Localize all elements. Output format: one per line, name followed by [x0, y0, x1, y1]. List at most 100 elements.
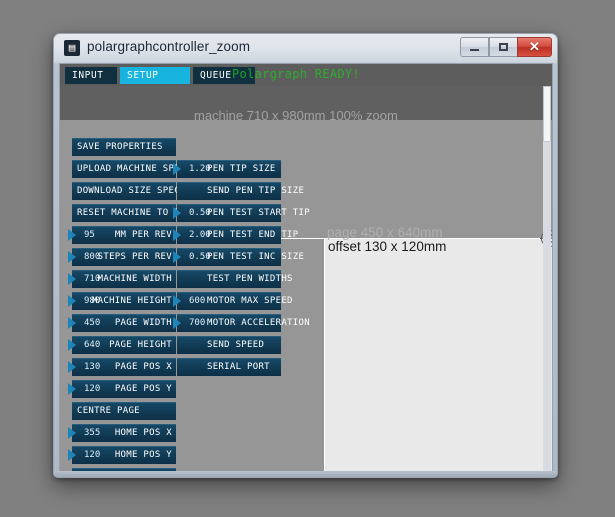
- slider-arrow-icon[interactable]: [68, 295, 76, 307]
- close-button[interactable]: ✕: [517, 37, 552, 57]
- slider-arrow-icon[interactable]: [68, 449, 76, 461]
- close-icon: ✕: [529, 39, 540, 54]
- slider-arrow-icon[interactable]: [68, 251, 76, 263]
- control-label: SEND SPEED: [207, 340, 265, 350]
- slider-arrow-icon[interactable]: [68, 229, 76, 241]
- control-home-pos-x[interactable]: 355 HOME POS X: [68, 424, 176, 442]
- slider-arrow-icon[interactable]: [173, 295, 181, 307]
- control-value: 450: [84, 318, 101, 328]
- control-label: PEN TEST START TIP: [207, 208, 310, 218]
- control-value: 120: [84, 384, 101, 394]
- screen: ▤ polargraphcontroller_zoom ✕ INPUT SETU…: [0, 0, 615, 517]
- slider-arrow-icon[interactable]: [68, 339, 76, 351]
- control-label: MM PER REV: [114, 230, 172, 240]
- control-label: PEN TIP SIZE: [207, 164, 276, 174]
- app-canvas: INPUT SETUP QUEUE Polargraph READY! mach…: [59, 63, 553, 473]
- control-label: PEN TEST END TIP: [207, 230, 299, 240]
- controls-column-left: SAVE PROPERTIES UPLOAD MACHINE SPEC DOWNLO…: [68, 138, 197, 472]
- control-machine-width[interactable]: 710 MACHINE WIDTH: [68, 270, 176, 288]
- control-label: MACHINE HEIGHT: [91, 296, 172, 306]
- control-serial-port[interactable]: SERIAL PORT: [177, 358, 281, 376]
- control-label: DOWNLOAD SIZE SPEC: [77, 186, 180, 196]
- control-pen-test-start-tip[interactable]: 0.50 PEN TEST START TIP: [173, 204, 310, 222]
- control-send-speed[interactable]: SEND SPEED: [177, 336, 281, 354]
- slider-arrow-icon[interactable]: [68, 383, 76, 395]
- control-label: PAGE HEIGHT: [109, 340, 172, 350]
- control-mm-per-rev[interactable]: 95 MM PER REV: [68, 226, 176, 244]
- control-steps-per-rev[interactable]: 800 STEPS PER REV: [68, 248, 176, 266]
- control-label: PAGE WIDTH: [114, 318, 172, 328]
- control-label: SEND PEN TIP SIZE: [207, 186, 305, 196]
- tab-bar: INPUT SETUP QUEUE Polargraph READY!: [60, 64, 552, 86]
- control-label: PEN TEST INC SIZE: [207, 252, 305, 262]
- control-page-pos-x[interactable]: 130 PAGE POS X: [68, 358, 176, 376]
- control-label: HOME POS Y: [114, 450, 172, 460]
- control-upload-machine-spec[interactable]: UPLOAD MACHINE SPEC: [72, 160, 185, 178]
- control-send-pen-tip-size[interactable]: SEND PEN TIP SIZE: [177, 182, 304, 200]
- page-size-label: page 450 x 640mm: [327, 225, 443, 240]
- control-value: 130: [84, 362, 101, 372]
- control-reset-machine-to-fact[interactable]: RESET MACHINE TO FACT: [72, 204, 197, 222]
- control-download-size-spec[interactable]: DOWNLOAD SIZE SPEC: [72, 182, 180, 200]
- control-label: SERIAL PORT: [207, 362, 270, 372]
- control-label: STEPS PER REV: [97, 252, 172, 262]
- minimize-icon: [461, 38, 488, 56]
- tab-input[interactable]: INPUT: [65, 67, 117, 84]
- control-save-properties[interactable]: SAVE PROPERTIES: [72, 138, 176, 156]
- control-test-pen-widths[interactable]: TEST PEN WIDTHS: [177, 270, 292, 288]
- slider-arrow-icon[interactable]: [173, 229, 181, 241]
- control-pen-test-end-tip[interactable]: 2.00 PEN TEST END TIP: [173, 226, 298, 244]
- minimize-button[interactable]: [460, 37, 489, 57]
- app-icon: ▤: [64, 40, 80, 56]
- control-value: 355: [84, 428, 101, 438]
- slider-arrow-icon[interactable]: [68, 427, 76, 439]
- maximize-button[interactable]: [489, 37, 518, 57]
- slider-arrow-icon[interactable]: [68, 361, 76, 373]
- slider-arrow-icon[interactable]: [68, 317, 76, 329]
- machine-size-label: machine 710 x 980mm 100% zoom: [194, 108, 398, 123]
- slider-arrow-icon[interactable]: [173, 251, 181, 263]
- control-value: 95: [84, 230, 95, 240]
- slider-arrow-icon[interactable]: [173, 317, 181, 329]
- control-label: MOTOR MAX SPEED: [207, 296, 293, 306]
- control-home-pos-y[interactable]: 120 HOME POS Y: [68, 446, 176, 464]
- control-machine-height[interactable]: 980 MACHINE HEIGHT: [68, 292, 176, 310]
- slider-arrow-icon[interactable]: [68, 273, 76, 285]
- control-value: 600: [189, 296, 206, 306]
- control-page-width[interactable]: 450 PAGE WIDTH: [68, 314, 176, 332]
- tab-setup[interactable]: SETUP: [120, 67, 190, 84]
- control-label: MOTOR ACCELERATION: [207, 318, 310, 328]
- status-message: Polargraph READY!: [232, 67, 360, 81]
- controls-column-right: 1.20 PEN TIP SIZE SEND PEN TIP SIZE 0.50 PEN…: [173, 160, 310, 380]
- machine-preview[interactable]: machine 710 x 980mm 100% zoom page 450 x…: [60, 86, 552, 472]
- page-offset-label: offset 130 x 120mm: [328, 239, 447, 254]
- control-label: UPLOAD MACHINE SPEC: [77, 164, 186, 174]
- control-label: SAVE PROPERTIES: [77, 142, 163, 152]
- slider-arrow-icon[interactable]: [173, 207, 181, 219]
- control-pen-tip-size[interactable]: 1.20 PEN TIP SIZE: [173, 160, 281, 178]
- control-label: PAGE POS X: [114, 362, 172, 372]
- control-label: PAGE POS Y: [114, 384, 172, 394]
- control-page-pos-y[interactable]: 120 PAGE POS Y: [68, 380, 176, 398]
- scrollbar-thumb[interactable]: [543, 86, 551, 142]
- control-value: 700: [189, 318, 206, 328]
- page-area: [324, 238, 552, 472]
- application-window: ▤ polargraphcontroller_zoom ✕ INPUT SETU…: [53, 33, 558, 478]
- window-bottom-bevel: [54, 471, 557, 477]
- control-centre-page[interactable]: CENTRE PAGE: [72, 402, 176, 420]
- window-title: polargraphcontroller_zoom: [87, 39, 251, 54]
- control-label: HOME POS X: [114, 428, 172, 438]
- control-label: TEST PEN WIDTHS: [207, 274, 293, 284]
- control-page-height[interactable]: 640 PAGE HEIGHT: [68, 336, 176, 354]
- title-bar[interactable]: ▤ polargraphcontroller_zoom ✕: [54, 34, 557, 63]
- control-pen-test-inc-size[interactable]: 0.50 PEN TEST INC SIZE: [173, 248, 304, 266]
- control-motor-max-speed[interactable]: 600 MOTOR MAX SPEED: [173, 292, 292, 310]
- slider-arrow-icon[interactable]: [173, 163, 181, 175]
- control-value: 640: [84, 340, 101, 350]
- maximize-icon: [490, 38, 517, 56]
- vertical-scrollbar[interactable]: [543, 86, 551, 472]
- control-motor-acceleration[interactable]: 700 MOTOR ACCELERATION: [173, 314, 310, 332]
- control-label: CENTRE PAGE: [77, 406, 140, 416]
- control-value: 120: [84, 450, 101, 460]
- control-label: MACHINE WIDTH: [97, 274, 172, 284]
